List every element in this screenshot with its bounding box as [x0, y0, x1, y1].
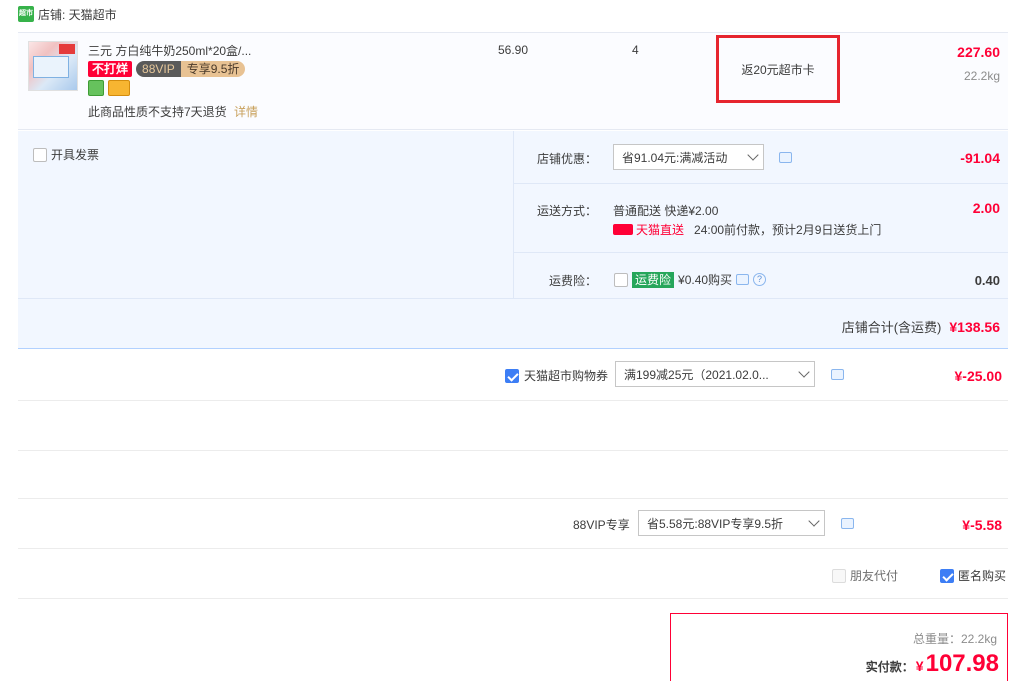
- row-separator: [18, 548, 1008, 549]
- product-tags: 不打烊 88VIP 专享9.5折: [88, 61, 246, 77]
- coupon-option[interactable]: 天猫超市购物券: [505, 367, 608, 384]
- total-weight: 总重量：22.2kg: [912, 632, 997, 646]
- friend-pay-option[interactable]: 朋友代付: [832, 567, 898, 584]
- pay-currency: ¥: [915, 658, 924, 674]
- vip-tag-left: 88VIP: [136, 61, 181, 77]
- item-total: 227.60: [957, 44, 1000, 60]
- coupon-amount: ¥-25.00: [954, 368, 1002, 384]
- pay-amount: 107.98: [925, 650, 999, 677]
- return-policy-text: 此商品性质不支持7天退货: [88, 105, 227, 119]
- row-separator: [18, 498, 1008, 499]
- final-payment-box: 总重量：22.2kg 实付款： ¥ 107.98: [670, 613, 1008, 681]
- tmall-direct-badge: 天猫直送: [613, 221, 684, 238]
- vip-tag: 88VIP 专享9.5折: [136, 61, 246, 77]
- chat-icon[interactable]: [779, 152, 792, 163]
- store-total-label: 店铺合计(含运费): [841, 320, 942, 335]
- chat-icon[interactable]: [831, 369, 844, 380]
- panel-divider: [513, 252, 1008, 253]
- quality-guarantee-icon[interactable]: [88, 80, 104, 96]
- vip-label: 88VIP专享: [573, 518, 630, 532]
- row-separator: [18, 450, 1008, 451]
- friend-pay-label: 朋友代付: [850, 569, 899, 583]
- chevron-down-icon: [798, 366, 810, 378]
- vip-tag-right: 专享9.5折: [180, 61, 246, 77]
- insurance-price: ¥0.40购买: [678, 273, 733, 287]
- insurance-amount: 0.40: [974, 273, 1000, 288]
- store-header: 超市 店铺: 天猫超市: [18, 4, 117, 24]
- card-payment-icon[interactable]: [108, 80, 130, 96]
- insurance-tag: 运费险: [632, 271, 675, 288]
- thumbnail-badge: [59, 44, 75, 54]
- store-discount-value: 省91.04元:满减活动: [622, 150, 728, 165]
- coupon-select-value: 满199减25元（2021.02.0...: [624, 367, 769, 382]
- promo-text: 返20元超市卡: [741, 62, 815, 77]
- product-title[interactable]: 三元 方白纯牛奶250ml*20盒/...: [88, 42, 251, 59]
- vip-select-value: 省5.58元:88VIP专享9.5折: [647, 516, 784, 531]
- detail-link[interactable]: 详情: [234, 105, 258, 119]
- insurance-checkbox[interactable]: [614, 272, 628, 287]
- coupon-label: 天猫超市购物券: [524, 369, 609, 383]
- quantity: 4: [632, 43, 639, 57]
- chevron-down-icon: [747, 149, 759, 161]
- invoice-checkbox[interactable]: [33, 147, 47, 162]
- row-separator: [18, 598, 1008, 599]
- shipping-method: 普通配送 快递¥2.00: [613, 204, 719, 218]
- order-panel: 开具发票 店铺优惠： 省91.04元:满减活动 -91.04 运送方式： 普通配…: [18, 131, 1008, 349]
- chat-icon[interactable]: [736, 274, 750, 285]
- delivery-info: 天猫直送 24:00前付款，预计2月9日送货上门: [613, 221, 881, 238]
- store-discount-select[interactable]: 省91.04元:满减活动: [613, 144, 764, 170]
- delivery-note: 24:00前付款，预计2月9日送货上门: [694, 223, 882, 237]
- anonymous-label: 匿名购买: [958, 569, 1007, 583]
- insurance-label: 运费险：: [549, 274, 598, 288]
- chat-icon[interactable]: [841, 518, 854, 529]
- pay-label: 实付款：: [865, 660, 914, 674]
- shipping-amount: 2.00: [972, 200, 1000, 216]
- anonymous-option[interactable]: 匿名购买: [940, 567, 1006, 584]
- anonymous-checkbox[interactable]: [940, 568, 954, 583]
- milk-box-image: [33, 56, 69, 78]
- store-discount-label: 店铺优惠：: [537, 152, 598, 166]
- friend-pay-checkbox[interactable]: [832, 568, 846, 583]
- store-total-amount: ¥138.56: [949, 318, 1000, 335]
- item-weight: 22.2kg: [963, 69, 1000, 83]
- tmall-direct-text: 天猫直送: [636, 223, 685, 237]
- help-icon[interactable]: ?: [753, 273, 767, 286]
- chevron-down-icon: [808, 515, 820, 527]
- insurance-option[interactable]: 运费险 ¥0.40购买 ?: [614, 271, 767, 288]
- coupon-select[interactable]: 满199减25元（2021.02.0...: [615, 361, 815, 387]
- tmall-supermarket-logo-icon: 超市: [18, 6, 34, 22]
- row-separator: [18, 400, 1008, 401]
- unit-price: 56.90: [498, 43, 529, 57]
- store-discount-amount: -91.04: [960, 150, 1000, 166]
- item-row: 三元 方白纯牛奶250ml*20盒/... 不打烊 88VIP 专享9.5折 此…: [18, 32, 1008, 130]
- store-name[interactable]: 店铺: 天猫超市: [38, 6, 117, 23]
- promo-highlight: 返20元超市卡: [716, 35, 840, 103]
- tmall-cat-icon: [613, 224, 633, 235]
- panel-divider: [18, 298, 1008, 299]
- invoice-label: 开具发票: [51, 148, 100, 162]
- shipping-label: 运送方式：: [537, 204, 598, 218]
- store-total: 店铺合计(含运费) ¥138.56: [842, 317, 1000, 336]
- vip-select[interactable]: 省5.58元:88VIP专享9.5折: [638, 510, 825, 536]
- no-discount-tag: 不打烊: [88, 61, 133, 77]
- coupon-checkbox[interactable]: [505, 368, 519, 383]
- product-thumbnail[interactable]: [28, 41, 78, 91]
- final-payment: 实付款： ¥ 107.98: [866, 650, 999, 678]
- panel-divider: [513, 183, 1008, 184]
- return-policy: 此商品性质不支持7天退货 详情: [88, 103, 258, 120]
- invoice-option[interactable]: 开具发票: [33, 146, 99, 163]
- vip-amount: ¥-5.58: [962, 517, 1002, 533]
- service-icons: [88, 80, 130, 96]
